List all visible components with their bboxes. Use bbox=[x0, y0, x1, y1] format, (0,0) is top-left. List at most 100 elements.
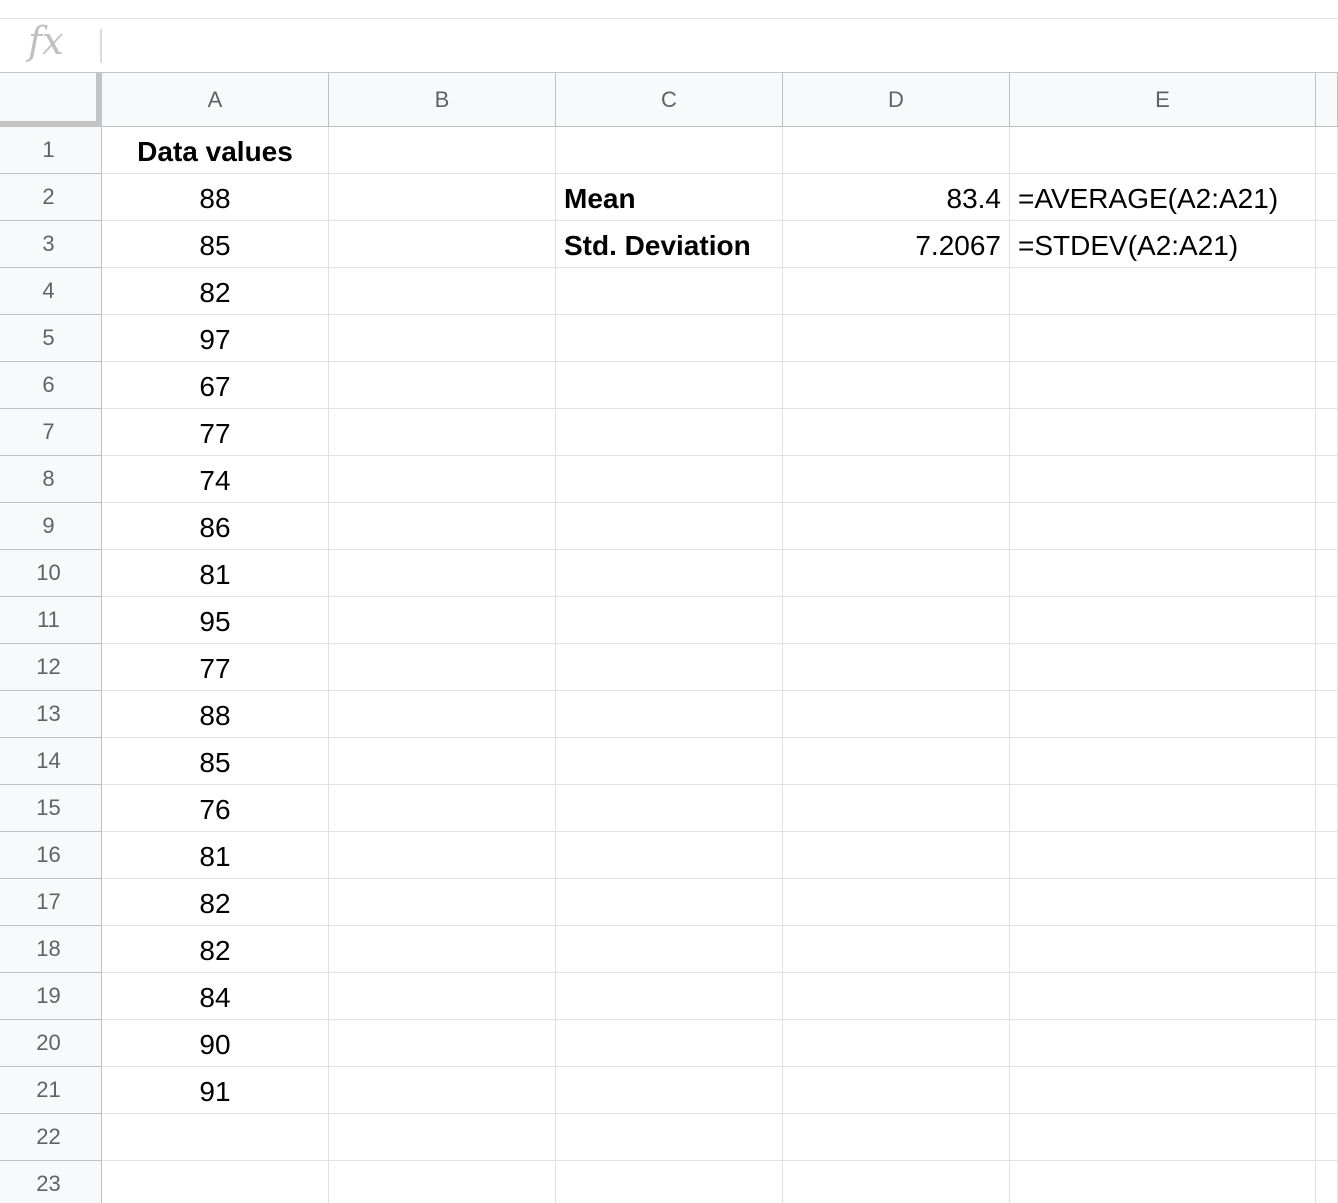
cell-b10[interactable] bbox=[329, 550, 556, 597]
select-all-corner[interactable] bbox=[0, 73, 101, 126]
cell-d23[interactable] bbox=[783, 1161, 1010, 1203]
cell-d9[interactable] bbox=[783, 503, 1010, 550]
cell-e20[interactable] bbox=[1010, 1020, 1316, 1067]
cell-b9[interactable] bbox=[329, 503, 556, 550]
cell-e10[interactable] bbox=[1010, 550, 1316, 597]
row-header[interactable]: 18 bbox=[0, 926, 102, 973]
cell-f14[interactable] bbox=[1316, 738, 1338, 785]
cell-c18[interactable] bbox=[556, 926, 783, 973]
formula-input[interactable] bbox=[112, 27, 1312, 63]
cell-c14[interactable] bbox=[556, 738, 783, 785]
cell-a23[interactable] bbox=[102, 1161, 329, 1203]
row-header[interactable]: 5 bbox=[0, 315, 102, 362]
cell-f12[interactable] bbox=[1316, 644, 1338, 691]
cell-a8[interactable]: 74 bbox=[102, 456, 329, 503]
row-header[interactable]: 16 bbox=[0, 832, 102, 879]
cell-f7[interactable] bbox=[1316, 409, 1338, 456]
cell-e4[interactable] bbox=[1010, 268, 1316, 315]
cell-f3[interactable] bbox=[1316, 221, 1338, 268]
cell-b4[interactable] bbox=[329, 268, 556, 315]
cell-b8[interactable] bbox=[329, 456, 556, 503]
cell-f5[interactable] bbox=[1316, 315, 1338, 362]
cell-f17[interactable] bbox=[1316, 879, 1338, 926]
cell-f18[interactable] bbox=[1316, 926, 1338, 973]
cell-f19[interactable] bbox=[1316, 973, 1338, 1020]
cell-b14[interactable] bbox=[329, 738, 556, 785]
cell-c16[interactable] bbox=[556, 832, 783, 879]
cell-e2[interactable]: =AVERAGE(A2:A21) bbox=[1010, 174, 1316, 221]
cell-c23[interactable] bbox=[556, 1161, 783, 1203]
cell-e16[interactable] bbox=[1010, 832, 1316, 879]
cell-f16[interactable] bbox=[1316, 832, 1338, 879]
cell-e19[interactable] bbox=[1010, 973, 1316, 1020]
cell-a7[interactable]: 77 bbox=[102, 409, 329, 456]
cell-a14[interactable]: 85 bbox=[102, 738, 329, 785]
cell-b1[interactable] bbox=[329, 127, 556, 174]
cell-f6[interactable] bbox=[1316, 362, 1338, 409]
cell-d7[interactable] bbox=[783, 409, 1010, 456]
cell-a16[interactable]: 81 bbox=[102, 832, 329, 879]
cell-b21[interactable] bbox=[329, 1067, 556, 1114]
cell-d6[interactable] bbox=[783, 362, 1010, 409]
cell-c5[interactable] bbox=[556, 315, 783, 362]
row-header[interactable]: 12 bbox=[0, 644, 102, 691]
cell-b6[interactable] bbox=[329, 362, 556, 409]
cell-c2[interactable]: Mean bbox=[556, 174, 783, 221]
cell-b13[interactable] bbox=[329, 691, 556, 738]
cell-e7[interactable] bbox=[1010, 409, 1316, 456]
cell-a1[interactable]: Data values bbox=[102, 127, 329, 174]
cell-f13[interactable] bbox=[1316, 691, 1338, 738]
cell-d4[interactable] bbox=[783, 268, 1010, 315]
cell-d20[interactable] bbox=[783, 1020, 1010, 1067]
cell-b12[interactable] bbox=[329, 644, 556, 691]
cell-a3[interactable]: 85 bbox=[102, 221, 329, 268]
cell-c12[interactable] bbox=[556, 644, 783, 691]
cell-e14[interactable] bbox=[1010, 738, 1316, 785]
cell-c15[interactable] bbox=[556, 785, 783, 832]
column-header-c[interactable]: C bbox=[556, 73, 783, 127]
cell-a5[interactable]: 97 bbox=[102, 315, 329, 362]
row-header[interactable]: 6 bbox=[0, 362, 102, 409]
cell-e18[interactable] bbox=[1010, 926, 1316, 973]
cell-f22[interactable] bbox=[1316, 1114, 1338, 1161]
cell-b2[interactable] bbox=[329, 174, 556, 221]
cell-a2[interactable]: 88 bbox=[102, 174, 329, 221]
cell-b16[interactable] bbox=[329, 832, 556, 879]
cell-d19[interactable] bbox=[783, 973, 1010, 1020]
cell-b7[interactable] bbox=[329, 409, 556, 456]
cell-d12[interactable] bbox=[783, 644, 1010, 691]
cell-d17[interactable] bbox=[783, 879, 1010, 926]
cell-b18[interactable] bbox=[329, 926, 556, 973]
row-header[interactable]: 3 bbox=[0, 221, 102, 268]
cell-c1[interactable] bbox=[556, 127, 783, 174]
row-header[interactable]: 10 bbox=[0, 550, 102, 597]
cell-f15[interactable] bbox=[1316, 785, 1338, 832]
cell-e11[interactable] bbox=[1010, 597, 1316, 644]
row-header[interactable]: 21 bbox=[0, 1067, 102, 1114]
cell-f20[interactable] bbox=[1316, 1020, 1338, 1067]
cell-c3[interactable]: Std. Deviation bbox=[556, 221, 783, 268]
cell-b15[interactable] bbox=[329, 785, 556, 832]
cell-d11[interactable] bbox=[783, 597, 1010, 644]
cell-a4[interactable]: 82 bbox=[102, 268, 329, 315]
cell-c17[interactable] bbox=[556, 879, 783, 926]
cell-e22[interactable] bbox=[1010, 1114, 1316, 1161]
cell-b17[interactable] bbox=[329, 879, 556, 926]
cell-a15[interactable]: 76 bbox=[102, 785, 329, 832]
row-header[interactable]: 2 bbox=[0, 174, 102, 221]
cell-c19[interactable] bbox=[556, 973, 783, 1020]
cell-f9[interactable] bbox=[1316, 503, 1338, 550]
cell-c22[interactable] bbox=[556, 1114, 783, 1161]
cell-d8[interactable] bbox=[783, 456, 1010, 503]
cell-d21[interactable] bbox=[783, 1067, 1010, 1114]
row-header[interactable]: 11 bbox=[0, 597, 102, 644]
cell-b3[interactable] bbox=[329, 221, 556, 268]
cell-d1[interactable] bbox=[783, 127, 1010, 174]
cell-f8[interactable] bbox=[1316, 456, 1338, 503]
row-header[interactable]: 23 bbox=[0, 1161, 102, 1203]
cell-d16[interactable] bbox=[783, 832, 1010, 879]
cell-e12[interactable] bbox=[1010, 644, 1316, 691]
cell-e17[interactable] bbox=[1010, 879, 1316, 926]
cell-c4[interactable] bbox=[556, 268, 783, 315]
cell-a19[interactable]: 84 bbox=[102, 973, 329, 1020]
